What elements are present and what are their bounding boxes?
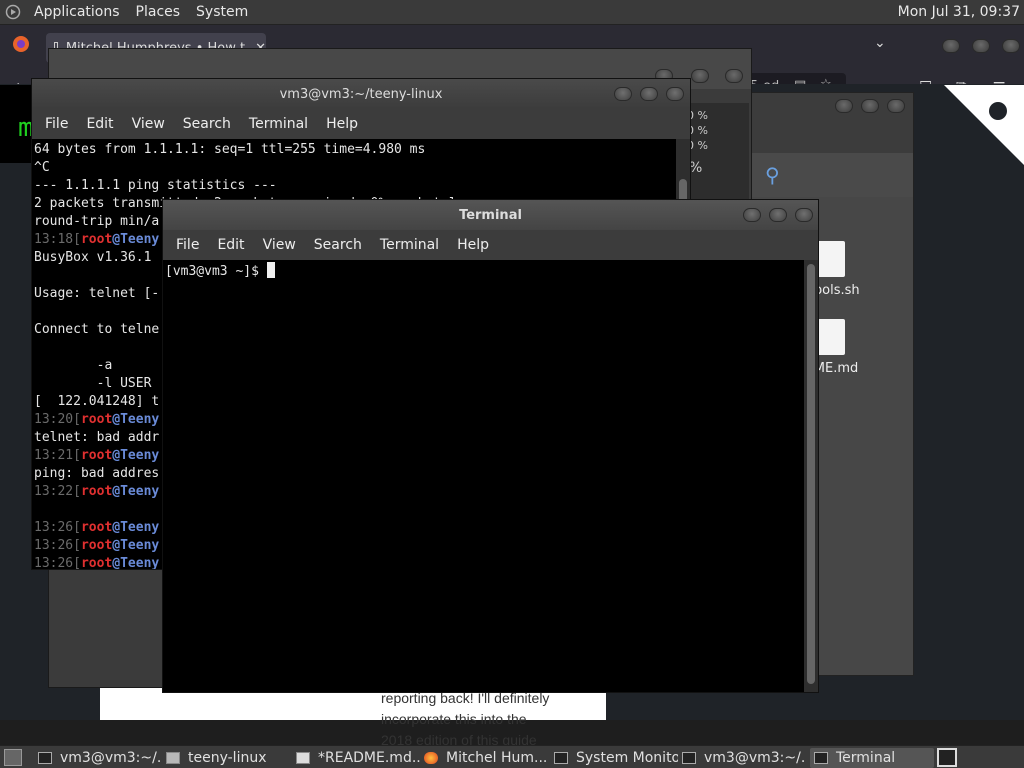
menu-terminal[interactable]: Terminal <box>240 116 317 132</box>
terminal-icon <box>814 752 828 764</box>
terminal-titlebar[interactable]: Terminal <box>163 200 818 230</box>
firefox-icon <box>424 752 438 764</box>
text-cursor <box>266 262 275 278</box>
task-label: Mitchel Hum... <box>446 750 548 766</box>
text-editor-icon <box>296 752 310 764</box>
fm-minimize-button[interactable] <box>835 99 853 113</box>
close-button[interactable] <box>666 87 684 101</box>
scrollbar-thumb[interactable] <box>807 264 815 684</box>
system-menu[interactable]: System <box>188 4 256 20</box>
menu-edit[interactable]: Edit <box>77 116 122 132</box>
ff-close-button[interactable] <box>1002 39 1020 53</box>
article-line: incorporate this into the <box>381 711 527 727</box>
github-corner-icon[interactable] <box>944 85 1024 165</box>
menu-edit[interactable]: Edit <box>208 237 253 253</box>
terminal-scrollbar[interactable] <box>804 260 818 692</box>
script-file-icon <box>817 241 845 277</box>
task-teeny-linux[interactable]: teeny-linux <box>166 748 290 768</box>
workspace-switcher[interactable] <box>937 748 957 767</box>
search-icon[interactable]: ⚲ <box>765 163 780 187</box>
output-line: ^C <box>34 160 50 175</box>
window-title: vm3@vm3:~/teeny-linux <box>279 86 443 102</box>
terminal-input-area[interactable]: [vm3@vm3 ~]$ <box>163 260 804 692</box>
menu-file[interactable]: File <box>36 116 77 132</box>
terminal-menubar: File Edit View Search Terminal Help <box>163 230 818 260</box>
ff-maximize-button[interactable] <box>972 39 990 53</box>
menu-view[interactable]: View <box>123 116 174 132</box>
menu-file[interactable]: File <box>167 237 208 253</box>
task-firefox[interactable]: Mitchel Hum... <box>424 748 548 768</box>
folder-icon <box>166 752 180 764</box>
shell-prompt: [vm3@vm3 ~]$ <box>165 264 267 279</box>
output-line: --- 1.1.1.1 ping statistics --- <box>34 178 277 193</box>
tab-list-icon[interactable]: ⌄ <box>874 35 886 51</box>
terminal-window-main: Terminal File Edit View Search Terminal … <box>162 199 819 693</box>
window-title: Terminal <box>459 207 522 223</box>
maximize-button[interactable] <box>640 87 658 101</box>
task-label: vm3@vm3:~/... <box>704 750 806 766</box>
task-label: Terminal <box>836 750 896 766</box>
maximize-button[interactable] <box>769 208 787 222</box>
firefox-icon[interactable] <box>12 35 30 58</box>
minimize-button[interactable] <box>743 208 761 222</box>
fm-close-button[interactable] <box>887 99 905 113</box>
top-panel: Applications Places System Mon Jul 31, 0… <box>0 0 1024 25</box>
system-monitor-icon <box>554 752 568 764</box>
terminal-icon <box>682 752 696 764</box>
sysmon-maximize-button[interactable] <box>691 69 709 83</box>
sysmon-close-button[interactable] <box>725 69 743 83</box>
fm-maximize-button[interactable] <box>861 99 879 113</box>
task-label: *README.md... <box>318 750 420 766</box>
markdown-file-icon <box>817 319 845 355</box>
fm-toolbar: ⚲ <box>747 153 913 197</box>
distro-logo-icon[interactable] <box>0 0 26 25</box>
menu-terminal[interactable]: Terminal <box>371 237 448 253</box>
places-menu[interactable]: Places <box>128 4 189 20</box>
output-line: 64 bytes from 1.1.1.1: seq=1 ttl=255 tim… <box>34 142 426 157</box>
minimize-button[interactable] <box>614 87 632 101</box>
menu-view[interactable]: View <box>254 237 305 253</box>
task-terminal-active[interactable]: Terminal <box>810 748 934 768</box>
task-terminal-vm3[interactable]: vm3@vm3:~/... <box>682 748 806 768</box>
task-label: vm3@vm3:~/... <box>60 750 162 766</box>
task-readme-editor[interactable]: *README.md... <box>296 748 420 768</box>
bottom-taskbar: vm3@vm3:~/... teeny-linux *README.md... … <box>0 745 1024 768</box>
applications-menu[interactable]: Applications <box>26 4 128 20</box>
task-label: System Monitor <box>576 750 678 766</box>
menu-help[interactable]: Help <box>317 116 367 132</box>
show-desktop-icon[interactable] <box>4 749 22 766</box>
article-text: reporting back! I'll definitely incorpor… <box>381 688 601 751</box>
task-terminal-teeny[interactable]: vm3@vm3:~/... <box>38 748 162 768</box>
clock[interactable]: Mon Jul 31, 09:37 <box>898 4 1020 20</box>
task-system-monitor[interactable]: System Monitor <box>554 748 678 768</box>
terminal-menubar: File Edit View Search Terminal Help <box>32 109 690 139</box>
menu-help[interactable]: Help <box>448 237 498 253</box>
task-label: teeny-linux <box>188 750 267 766</box>
ff-minimize-button[interactable] <box>942 39 960 53</box>
terminal-icon <box>38 752 52 764</box>
close-button[interactable] <box>795 208 813 222</box>
terminal-titlebar[interactable]: vm3@vm3:~/teeny-linux <box>32 79 690 109</box>
menu-search[interactable]: Search <box>174 116 240 132</box>
menu-search[interactable]: Search <box>305 237 371 253</box>
